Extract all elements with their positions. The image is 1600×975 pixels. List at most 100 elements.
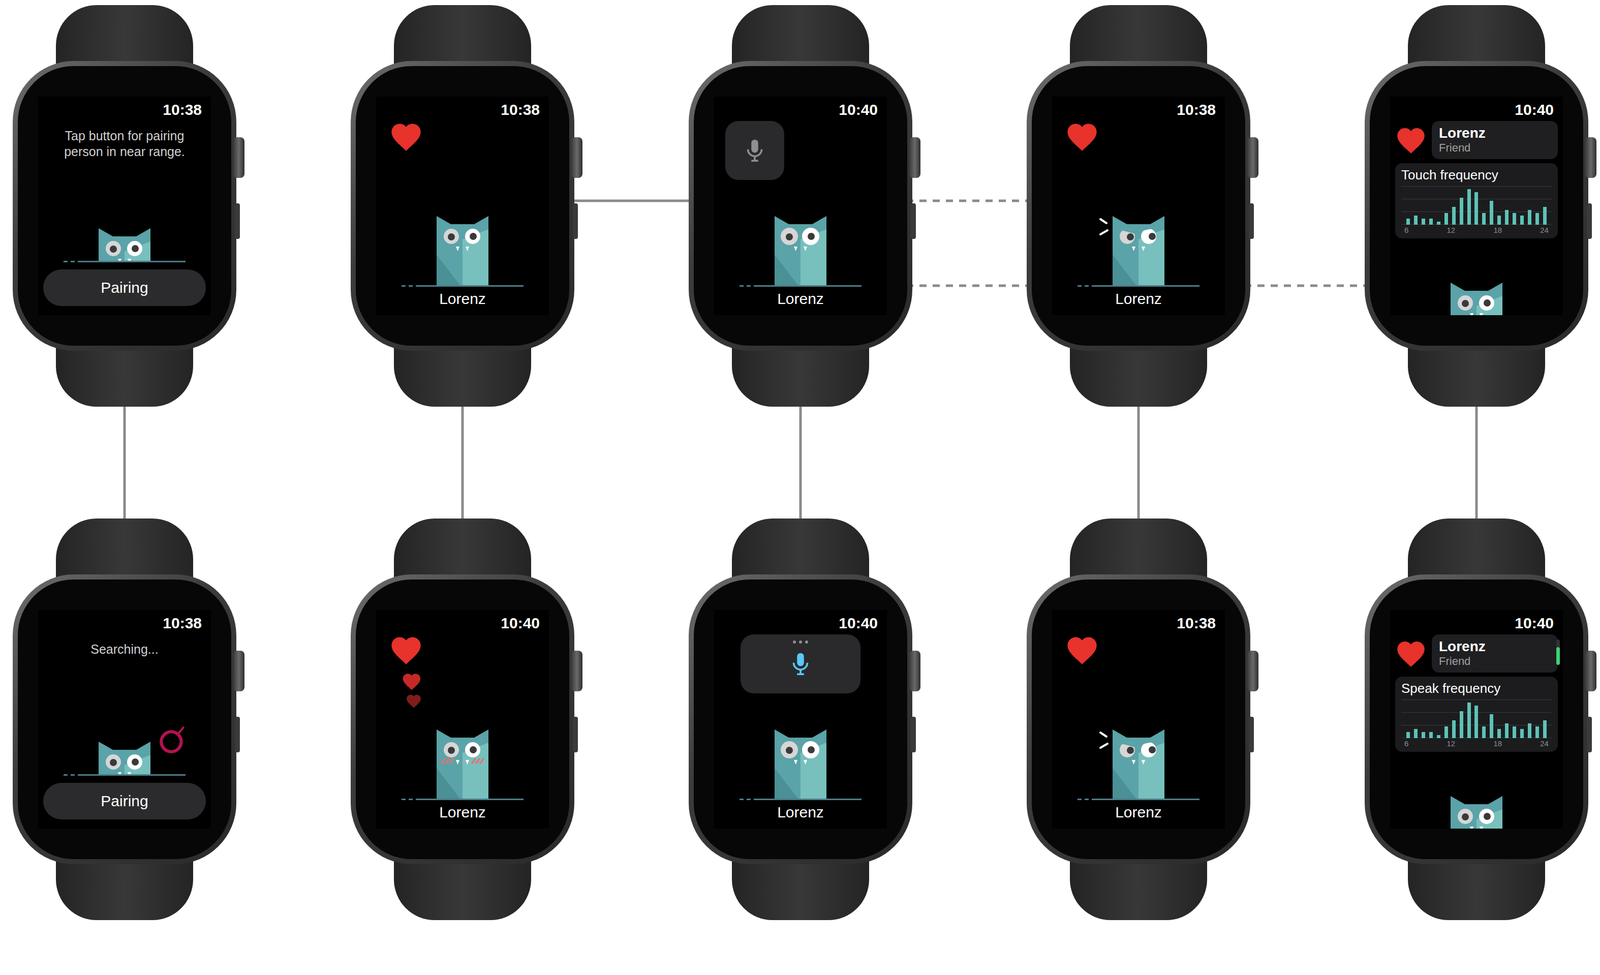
bezel: 10:40Lorenz: [355, 579, 570, 859]
chart-bar: [1444, 212, 1449, 225]
owl-pupil: [1483, 812, 1491, 820]
chart-bar: [1482, 212, 1486, 225]
digital-crown[interactable]: [1247, 137, 1259, 178]
chart-bar: [1497, 728, 1501, 738]
owl-facet: [1476, 295, 1503, 316]
ground-stroke: [753, 798, 862, 800]
owl-body: [436, 216, 489, 286]
side-button[interactable]: [234, 716, 240, 753]
owl-facet: [1112, 767, 1136, 799]
pairing-button[interactable]: Pairing: [43, 269, 206, 306]
side-button[interactable]: [1248, 203, 1254, 239]
owl-stage: [719, 693, 882, 799]
owl-body: [1112, 216, 1165, 286]
digital-crown[interactable]: [909, 650, 921, 692]
side-button[interactable]: [1586, 716, 1592, 753]
owl-icon[interactable]: [419, 213, 506, 286]
owl-fang: [127, 258, 132, 261]
scroll-fill: [1556, 647, 1560, 665]
watch-grid: 10:38Tap button for pairing person in ne…: [0, 0, 1600, 920]
watch: 10:40Lorenz: [678, 518, 923, 920]
owl-pupil: [807, 746, 815, 754]
side-button[interactable]: [572, 716, 578, 753]
ground-dash: [401, 798, 406, 800]
owl-fang: [465, 246, 470, 252]
contact-card[interactable]: LorenzFriend: [1431, 120, 1558, 160]
heart-icon[interactable]: [1395, 638, 1427, 668]
axis-tick: 18: [1493, 739, 1502, 748]
flow-diagram: 10:38Tap button for pairing person in ne…: [0, 0, 1600, 975]
owl-icon[interactable]: [81, 226, 168, 261]
clock: 10:38: [500, 100, 544, 121]
chart-card: Speak frequency6121824: [1395, 676, 1558, 752]
digital-crown[interactable]: [233, 137, 245, 178]
owl-pupil: [1126, 746, 1134, 754]
axis-tick: 12: [1447, 225, 1456, 235]
watch-screen: 10:40Lorenz: [714, 609, 887, 829]
owl-pupil: [1483, 299, 1491, 307]
owl-icon[interactable]: [1095, 727, 1182, 799]
heart-icon[interactable]: [389, 120, 423, 152]
chart-bar: [1421, 218, 1426, 225]
owl-fang: [1479, 826, 1484, 829]
watch-screen: 10:38Tap button for pairing person in ne…: [38, 96, 211, 316]
owl-icon[interactable]: [1433, 793, 1520, 829]
side-button[interactable]: [910, 203, 916, 239]
owl-pupil: [1461, 813, 1469, 821]
owl-frame: [1095, 727, 1182, 799]
pairing-button[interactable]: Pairing: [43, 782, 206, 820]
axis-tick: 24: [1540, 225, 1549, 235]
heart-icon[interactable]: [1395, 125, 1427, 155]
blush-stroke: [480, 758, 484, 763]
owl-eye: [105, 754, 121, 770]
owl-icon[interactable]: [81, 739, 168, 775]
owl-fang: [465, 759, 470, 765]
chart-bar: [1543, 206, 1547, 225]
heart-icon[interactable]: [1065, 120, 1099, 152]
side-button[interactable]: [1248, 716, 1254, 753]
contact-card[interactable]: LorenzFriend: [1431, 634, 1558, 673]
blush-stroke: [441, 758, 445, 763]
surprise-mark: [1100, 743, 1108, 748]
contact-row: LorenzFriend: [1395, 634, 1558, 673]
owl-icon[interactable]: [1433, 280, 1520, 316]
chart-card: Touch frequency6121824: [1395, 163, 1558, 239]
digital-crown[interactable]: [571, 650, 583, 692]
voice-button[interactable]: [725, 120, 785, 180]
owl-body: [98, 741, 151, 775]
status-row: 10:40: [1395, 100, 1558, 121]
digital-crown[interactable]: [909, 137, 921, 178]
watch: 10:40LorenzFriendSpeak frequency6121824: [1354, 518, 1599, 920]
owl-icon[interactable]: [757, 213, 844, 286]
side-button[interactable]: [234, 203, 240, 239]
heart-icon[interactable]: [389, 634, 423, 665]
side-button[interactable]: [1586, 203, 1592, 239]
watch: 10:38Lorenz: [1016, 5, 1261, 407]
surprise-mark: [1100, 230, 1108, 235]
digital-crown[interactable]: [571, 137, 583, 178]
contact-name: Lorenz: [1438, 638, 1551, 655]
watch-case: 10:40Lorenz: [688, 574, 913, 865]
owl-icon[interactable]: [757, 727, 844, 799]
digital-crown[interactable]: [1585, 650, 1597, 692]
watch-case: 10:40LorenzFriendTouch frequency6121824: [1364, 60, 1589, 351]
watch: 10:38Lorenz: [1016, 518, 1261, 920]
digital-crown[interactable]: [1585, 137, 1597, 178]
side-button[interactable]: [910, 716, 916, 753]
owl-icon[interactable]: [1095, 213, 1182, 286]
ground-dash: [1077, 798, 1082, 800]
owl-frame: [1095, 213, 1182, 286]
side-button[interactable]: [572, 203, 578, 239]
heart-icon[interactable]: [1065, 634, 1099, 665]
owl-frame: [1433, 793, 1520, 829]
heart-row: [381, 634, 544, 668]
watch-screen: 10:38Lorenz: [1052, 609, 1225, 829]
digital-crown[interactable]: [1247, 650, 1259, 692]
chart-bar: [1452, 206, 1456, 225]
owl-icon[interactable]: [419, 727, 506, 799]
ground-line: [381, 285, 544, 287]
digital-crown[interactable]: [233, 650, 245, 692]
voice-button[interactable]: [740, 634, 861, 694]
owl-facet: [462, 229, 489, 286]
owl-fang: [1141, 246, 1146, 252]
